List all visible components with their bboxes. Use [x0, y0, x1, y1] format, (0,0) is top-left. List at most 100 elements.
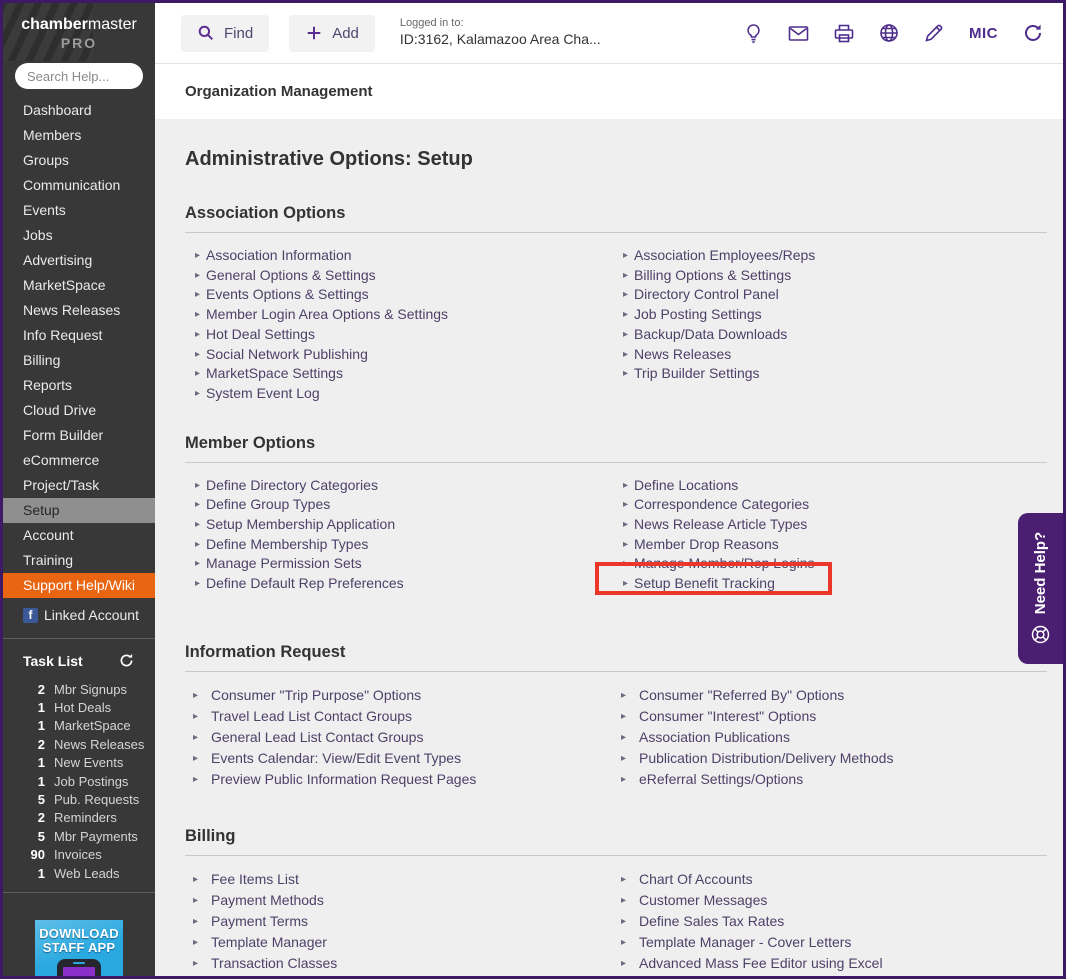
sidebar-nav-item-label: Events: [23, 202, 66, 218]
setup-link-item[interactable]: Directory Control Panel: [623, 285, 1047, 305]
sidebar-nav-item[interactable]: Events: [3, 198, 155, 223]
setup-link-item[interactable]: Define Sales Tax Rates: [619, 911, 1047, 932]
setup-link-item[interactable]: Customer Messages: [619, 890, 1047, 911]
sidebar-nav-item[interactable]: Members: [3, 123, 155, 148]
setup-link-item[interactable]: Fee Items List: [191, 869, 613, 890]
setup-link-item[interactable]: Events Options & Settings: [195, 285, 613, 305]
task-list-item[interactable]: 1 Web Leads: [23, 864, 155, 882]
setup-link-item[interactable]: Consumer "Referred By" Options: [619, 685, 1047, 706]
task-list-item[interactable]: 1 Hot Deals: [23, 698, 155, 716]
setup-link-item[interactable]: Consumer "Trip Purpose" Options: [191, 685, 613, 706]
setup-link-item[interactable]: Publication Distribution/Delivery Method…: [619, 748, 1047, 769]
printer-icon[interactable]: [834, 24, 854, 43]
arrow-bullet-icon: [619, 932, 639, 953]
sidebar-nav-item[interactable]: Info Request: [3, 323, 155, 348]
setup-link-item[interactable]: Trip Builder Settings: [623, 364, 1047, 384]
setup-link-item[interactable]: Setup Benefit Tracking: [623, 574, 1047, 594]
setup-link-item[interactable]: Association Information: [195, 246, 613, 266]
setup-link-item[interactable]: Manage Member/Rep Logins: [623, 554, 1047, 574]
setup-link-item[interactable]: eReferral Settings/Options: [619, 769, 1047, 790]
task-count-badge: 2: [37, 736, 45, 752]
globe-icon[interactable]: [879, 23, 899, 43]
setup-link-item[interactable]: General Lead List Contact Groups: [191, 727, 613, 748]
sidebar-nav-item[interactable]: Cloud Drive: [3, 398, 155, 423]
setup-link-item[interactable]: Travel Lead List Contact Groups: [191, 706, 613, 727]
task-label: Job Postings: [54, 773, 129, 789]
setup-link-item[interactable]: Chart Of Accounts: [619, 869, 1047, 890]
setup-link-item[interactable]: Preview Public Information Request Pages: [191, 769, 613, 790]
setup-link-item[interactable]: Consumer "Interest" Options: [619, 706, 1047, 727]
setup-link-item[interactable]: General Options & Settings: [195, 266, 613, 286]
refresh-icon[interactable]: [1023, 23, 1043, 43]
sidebar-nav-item[interactable]: eCommerce: [3, 448, 155, 473]
refresh-icon[interactable]: [118, 652, 135, 669]
lightbulb-icon[interactable]: [744, 23, 763, 44]
task-list-item[interactable]: 1 Job Postings: [23, 772, 155, 790]
setup-link-item[interactable]: Manage Permission Sets: [195, 554, 613, 574]
setup-link-item[interactable]: News Release Article Types: [623, 515, 1047, 535]
download-staff-app-banner[interactable]: DOWNLOAD STAFF APP: [35, 920, 123, 976]
sidebar-nav-item[interactable]: Billing: [3, 348, 155, 373]
sidebar-nav-item[interactable]: Training: [3, 548, 155, 573]
setup-link-item[interactable]: Define Directory Categories: [195, 476, 613, 496]
task-list-item[interactable]: 2 Reminders: [23, 809, 155, 827]
mic-label[interactable]: MIC: [969, 25, 998, 42]
add-button[interactable]: Add: [289, 14, 375, 52]
task-list-item[interactable]: 90 Invoices: [23, 846, 155, 864]
setup-link-item[interactable]: Define Default Rep Preferences: [195, 574, 613, 594]
setup-link-item[interactable]: Define Membership Types: [195, 535, 613, 555]
setup-link-item[interactable]: Member Login Area Options & Settings: [195, 305, 613, 325]
task-list-item[interactable]: 1 MarketSpace: [23, 717, 155, 735]
task-list-item[interactable]: 2 News Releases: [23, 735, 155, 753]
sidebar-nav-item[interactable]: Support Help/Wiki: [3, 573, 155, 598]
setup-link-item[interactable]: Payment Terms: [191, 911, 613, 932]
task-list-item[interactable]: 1 New Events: [23, 754, 155, 772]
setup-link-item[interactable]: Backup/Data Downloads: [623, 325, 1047, 345]
setup-link-item[interactable]: System Event Log: [195, 384, 613, 404]
setup-link-item[interactable]: MarketSpace Settings: [195, 364, 613, 384]
setup-link-item[interactable]: Job Posting Settings: [623, 305, 1047, 325]
setup-link-item[interactable]: Association Publications: [619, 727, 1047, 748]
sidebar-nav-item[interactable]: MarketSpace: [3, 273, 155, 298]
task-list-item[interactable]: 2 Mbr Signups: [23, 680, 155, 698]
sidebar-nav-item[interactable]: Advertising: [3, 248, 155, 273]
setup-link-item[interactable]: Define Locations: [623, 476, 1047, 496]
setup-link-item[interactable]: Payment Methods: [191, 890, 613, 911]
sidebar-nav-item[interactable]: Form Builder: [3, 423, 155, 448]
arrow-bullet-icon: [623, 325, 634, 345]
setup-link-item[interactable]: Member Drop Reasons: [623, 535, 1047, 555]
sidebar-nav-item[interactable]: Jobs: [3, 223, 155, 248]
need-help-tab[interactable]: Need Help?: [1018, 513, 1063, 664]
help-search-input[interactable]: [15, 63, 143, 89]
setup-link-item[interactable]: Social Network Publishing: [195, 345, 613, 365]
find-button[interactable]: Find: [181, 14, 270, 52]
setup-link-item[interactable]: Advanced Mass Fee Editor using Excel: [619, 953, 1047, 974]
sidebar-nav-item[interactable]: News Releases: [3, 298, 155, 323]
sidebar-nav-item[interactable]: Communication: [3, 173, 155, 198]
setup-link-item[interactable]: Correspondence Categories: [623, 495, 1047, 515]
sidebar-nav-item[interactable]: Dashboard: [3, 98, 155, 123]
link-column: Chart Of Accounts Customer Messages Defi…: [613, 869, 1047, 974]
setup-link-item[interactable]: Define Group Types: [195, 495, 613, 515]
setup-link-item[interactable]: Billing Options & Settings: [623, 266, 1047, 286]
sidebar-nav-item[interactable]: Groups: [3, 148, 155, 173]
setup-link-item[interactable]: News Releases: [623, 345, 1047, 365]
sidebar-nav-item[interactable]: Project/Task: [3, 473, 155, 498]
arrow-bullet-icon: [619, 953, 639, 974]
mail-icon[interactable]: [788, 25, 809, 42]
setup-link-item[interactable]: Events Calendar: View/Edit Event Types: [191, 748, 613, 769]
task-list-item[interactable]: 5 Mbr Payments: [23, 827, 155, 845]
sidebar-nav-item[interactable]: Reports: [3, 373, 155, 398]
pencil-icon[interactable]: [924, 23, 944, 43]
sidebar-nav-item-label: Jobs: [23, 227, 53, 243]
sidebar-nav-item[interactable]: Setup: [3, 498, 155, 523]
task-list-item[interactable]: 5 Pub. Requests: [23, 790, 155, 808]
setup-link-item[interactable]: Association Employees/Reps: [623, 246, 1047, 266]
setup-link-item[interactable]: Template Manager: [191, 932, 613, 953]
sidebar-nav-item[interactable]: Linked Account: [3, 603, 155, 628]
setup-link-item[interactable]: Transaction Classes: [191, 953, 613, 974]
setup-link-item[interactable]: Hot Deal Settings: [195, 325, 613, 345]
sidebar-nav-item[interactable]: Account: [3, 523, 155, 548]
setup-link-item[interactable]: Setup Membership Application: [195, 515, 613, 535]
setup-link-item[interactable]: Template Manager - Cover Letters: [619, 932, 1047, 953]
